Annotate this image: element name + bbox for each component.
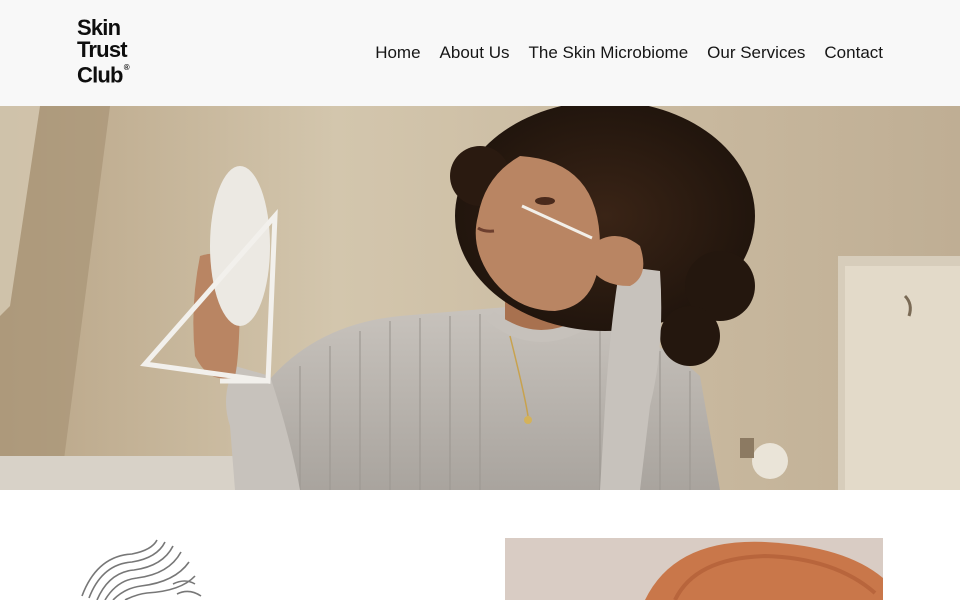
logo-line-club: Club® [77, 62, 130, 88]
topographic-lines-icon [77, 536, 207, 605]
nav-contact[interactable]: Contact [824, 42, 883, 64]
nav-home[interactable]: Home [375, 42, 420, 64]
hero-illustration [0, 106, 960, 490]
logo-line-skin: Skin [77, 15, 121, 40]
site-logo[interactable]: Skin Trust Club® [77, 15, 130, 88]
registered-mark: ® [123, 63, 130, 72]
site-header: Skin Trust Club® Home About Us The Skin … [0, 0, 960, 106]
nav-skin-microbiome[interactable]: The Skin Microbiome [528, 42, 688, 64]
hero-image [0, 106, 960, 490]
nav-about-us[interactable]: About Us [440, 42, 510, 64]
logo-line-trust: Trust [77, 37, 128, 62]
nav-our-services[interactable]: Our Services [707, 42, 805, 64]
main-nav: Home About Us The Skin Microbiome Our Se… [375, 42, 883, 64]
secondary-photo [505, 538, 883, 600]
content-section [0, 490, 960, 601]
